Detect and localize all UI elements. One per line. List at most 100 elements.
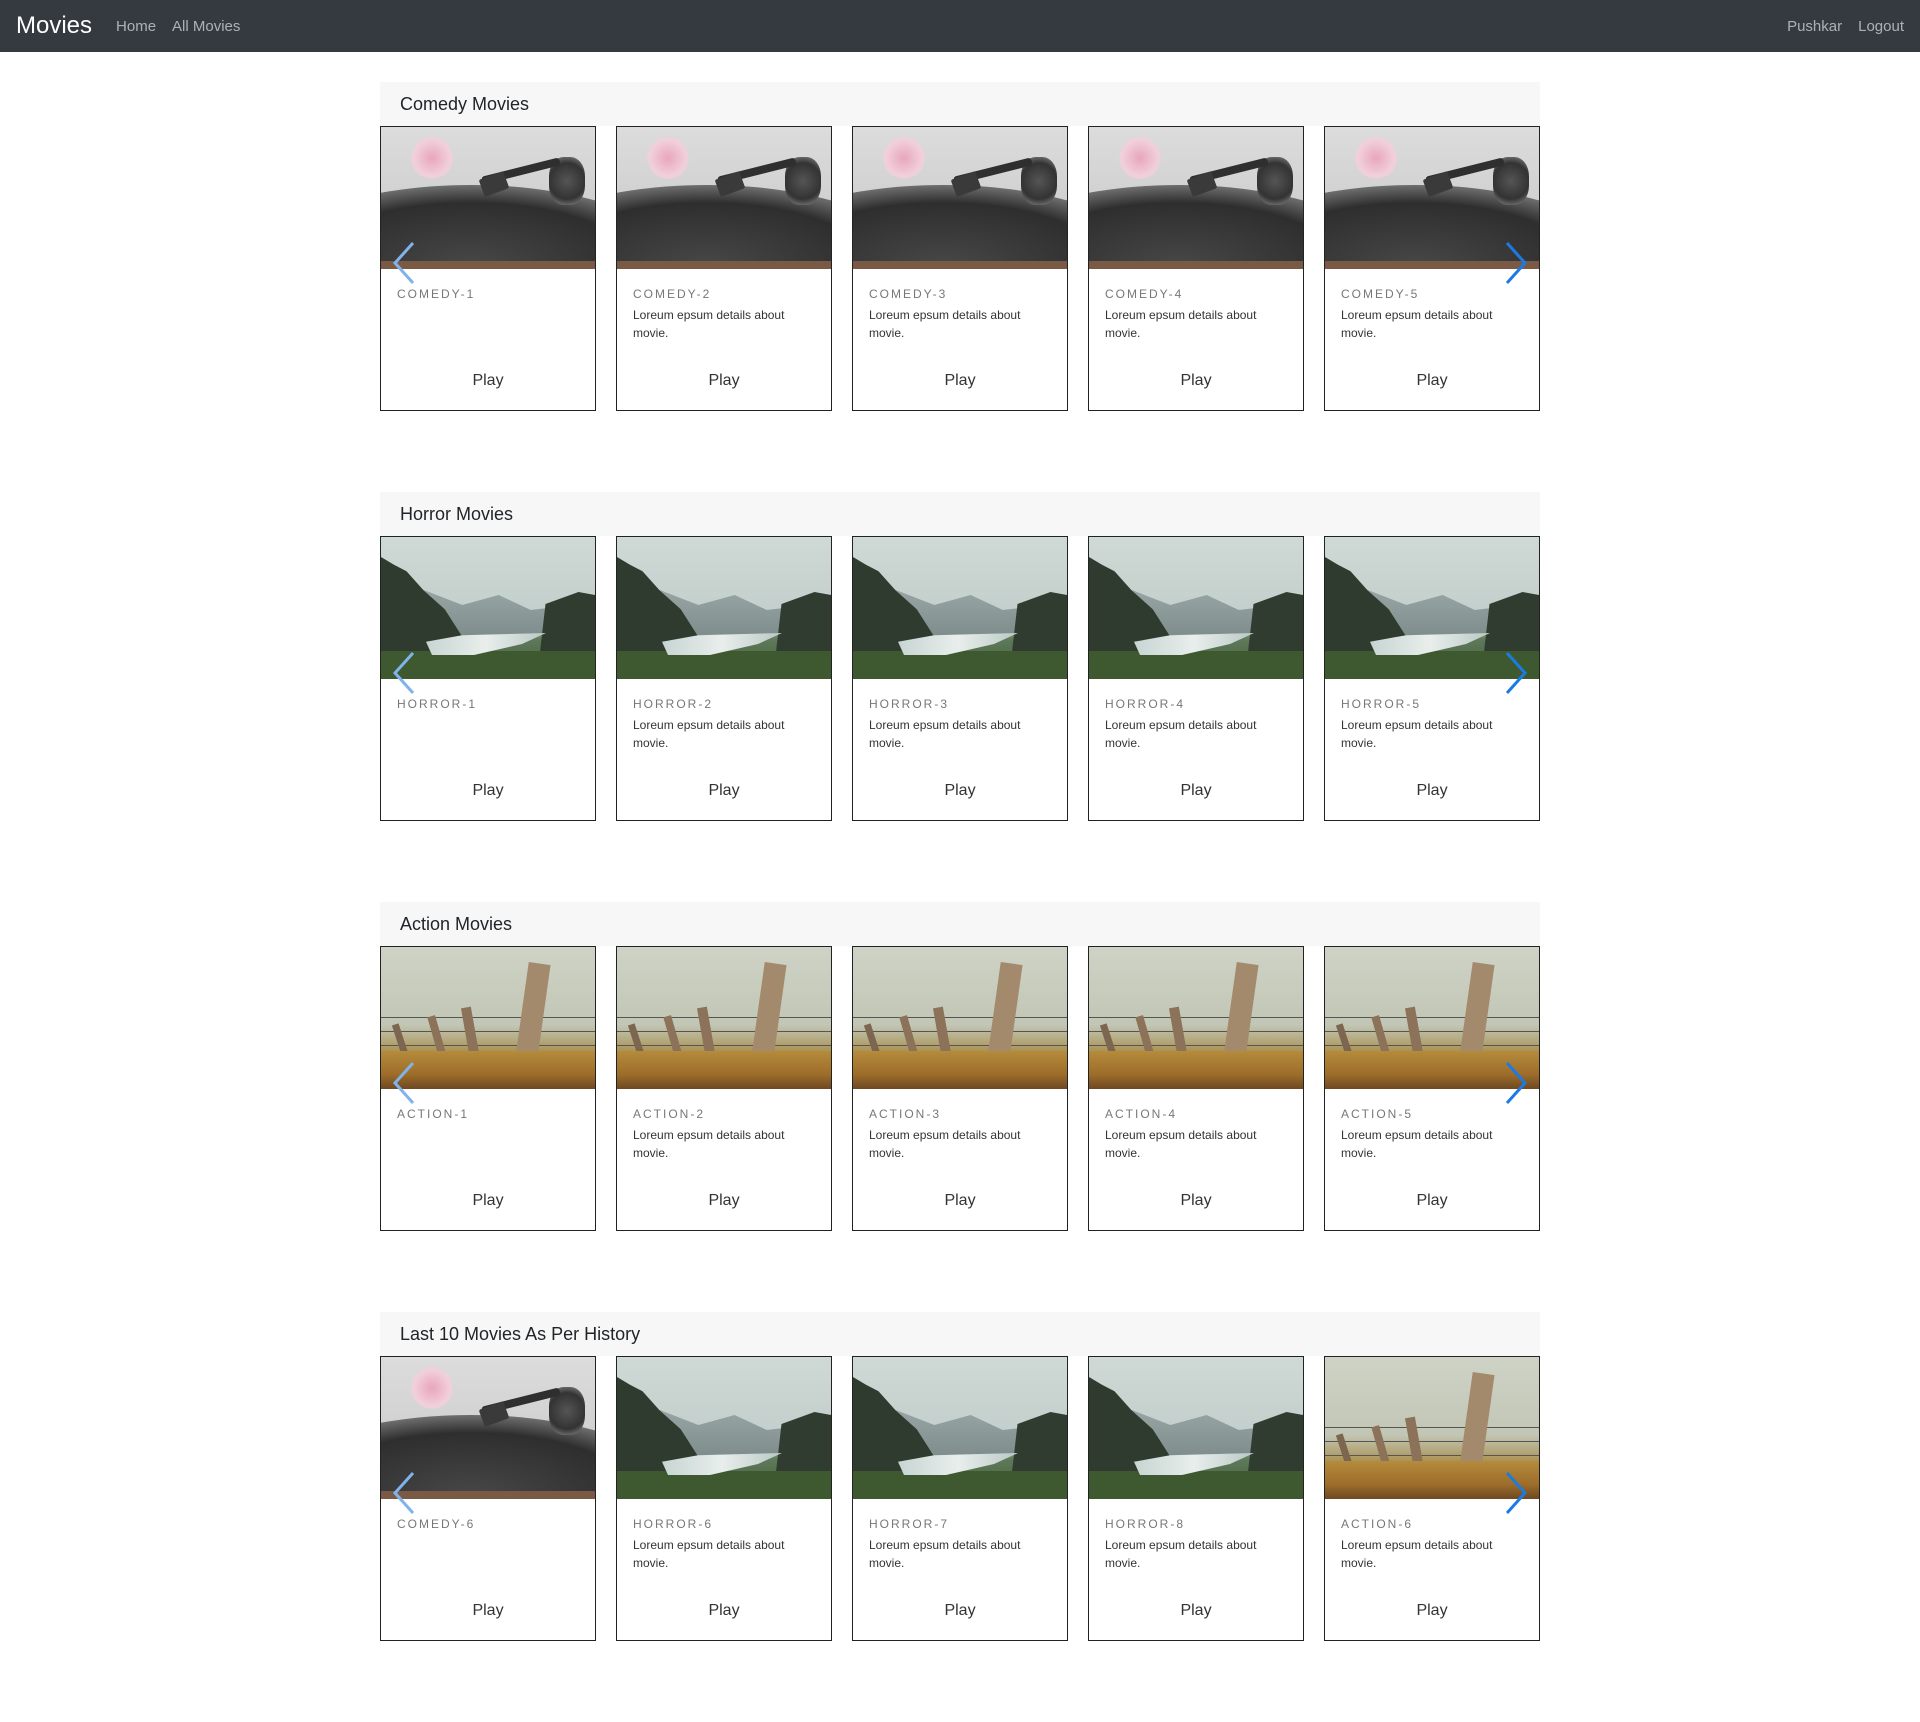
movie-description: Loreum epsum details about movie. [869,718,1021,750]
movie-card[interactable]: ACTION-3 Loreum epsum details about movie… [852,946,1068,1231]
movie-card[interactable]: ACTION-1 Play [380,946,596,1231]
play-button[interactable]: Play [853,1192,1067,1210]
movie-description: Loreum epsum details about movie. [1341,718,1493,750]
image-detail [853,1031,1067,1032]
movie-thumbnail [853,537,1067,679]
movie-card[interactable]: COMEDY-2 Loreum epsum details about movie… [616,126,832,411]
play-button[interactable]: Play [853,782,1067,800]
play-button[interactable]: Play [381,1192,595,1210]
movie-title: COMEDY-2 [633,287,712,301]
image-detail [1325,1017,1539,1018]
play-button[interactable]: Play [1325,1192,1539,1210]
play-button[interactable]: Play [1089,372,1303,390]
movie-description: Loreum epsum details about movie. [1341,308,1493,340]
play-button[interactable]: Play [853,372,1067,390]
play-button[interactable]: Play [617,1192,831,1210]
movie-description: Loreum epsum details about movie. [1105,308,1257,340]
movie-title: HORROR-1 [397,697,478,711]
play-button[interactable]: Play [617,372,831,390]
section-title: Comedy Movies [380,82,1540,126]
movie-card[interactable]: HORROR-4 Loreum epsum details about movie… [1088,536,1304,821]
movie-card[interactable]: HORROR-6 Loreum epsum details about movie… [616,1356,832,1641]
movie-description: Loreum epsum details about movie. [869,1538,1021,1570]
movie-card[interactable]: HORROR-8 Loreum epsum details about movie… [1088,1356,1304,1641]
movie-description: Loreum epsum details about movie. [1105,1128,1257,1160]
movie-description: Loreum epsum details about movie. [1105,1538,1257,1570]
chevron-right-icon[interactable] [1499,239,1531,287]
image-detail [1325,1455,1539,1456]
chevron-right-icon[interactable] [1499,1059,1531,1107]
brand-logo[interactable]: Movies [16,12,92,40]
movie-card[interactable]: COMEDY-5 Loreum epsum details about movie… [1324,126,1540,411]
movie-section: Last 10 Movies As Per History COMEDY-6 Pla… [380,1312,1540,1722]
image-detail [381,1017,595,1018]
movie-card[interactable]: HORROR-1 Play [380,536,596,821]
movie-card[interactable]: ACTION-5 Loreum epsum details about movie… [1324,946,1540,1231]
image-detail [1089,1045,1303,1046]
movie-description: Loreum epsum details about movie. [633,1128,785,1160]
movie-card[interactable]: COMEDY-1 Play [380,126,596,411]
movie-card[interactable]: COMEDY-3 Loreum epsum details about movie… [852,126,1068,411]
play-button[interactable]: Play [1089,1192,1303,1210]
play-button[interactable]: Play [381,372,595,390]
movie-section: Horror Movies HORROR-1 Play HORROR-2 Loreum … [380,492,1540,902]
nav-user-name[interactable]: Pushkar [1787,18,1842,35]
movie-section: Action Movies ACTION-1 Play ACTION-2 Loreum … [380,902,1540,1312]
chevron-left-icon[interactable] [389,1469,421,1517]
image-detail [1248,592,1303,652]
movie-description: Loreum epsum details about movie. [869,308,1021,340]
chevron-right-icon[interactable] [1499,1469,1531,1517]
movie-section: Comedy Movies COMEDY-1 Play COMEDY-2 Loreum … [380,82,1540,492]
movie-card[interactable]: COMEDY-4 Loreum epsum details about movie… [1088,126,1304,411]
image-detail [1325,1031,1539,1032]
nav-link-all-movies[interactable]: All Movies [172,18,240,35]
play-button[interactable]: Play [381,782,595,800]
logout-link[interactable]: Logout [1858,18,1904,35]
play-button[interactable]: Play [853,1602,1067,1620]
movie-card[interactable]: ACTION-6 Loreum epsum details about movie… [1324,1356,1540,1641]
card-body: HORROR-8 Loreum epsum details about movie… [1089,1499,1303,1572]
play-button[interactable]: Play [1325,782,1539,800]
image-detail [617,1017,831,1018]
movie-card[interactable]: HORROR-2 Loreum epsum details about movie… [616,536,832,821]
movie-title: ACTION-1 [397,1107,470,1121]
card-body: HORROR-4 Loreum epsum details about movie… [1089,679,1303,752]
play-button[interactable]: Play [381,1602,595,1620]
image-detail [1248,1412,1303,1472]
chevron-left-icon[interactable] [389,239,421,287]
play-button[interactable]: Play [1325,1602,1539,1620]
chevron-right-icon[interactable] [1499,649,1531,697]
movie-card[interactable]: HORROR-7 Loreum epsum details about movie… [852,1356,1068,1641]
image-detail [381,1031,595,1032]
movie-thumbnail [853,1357,1067,1499]
image-detail [853,1017,1067,1018]
chevron-left-icon[interactable] [389,1059,421,1107]
chevron-left-icon[interactable] [389,649,421,697]
movie-thumbnail [853,127,1067,269]
movie-card[interactable]: ACTION-2 Loreum epsum details about movie… [616,946,832,1231]
movie-card[interactable]: HORROR-3 Loreum epsum details about movie… [852,536,1068,821]
movie-card[interactable]: ACTION-4 Loreum epsum details about movie… [1088,946,1304,1231]
image-detail [776,1412,831,1472]
play-button[interactable]: Play [1089,782,1303,800]
card-body: HORROR-3 Loreum epsum details about movie… [853,679,1067,752]
play-button[interactable]: Play [617,1602,831,1620]
play-button[interactable]: Play [617,782,831,800]
play-button[interactable]: Play [1089,1602,1303,1620]
play-button[interactable]: Play [1325,372,1539,390]
image-detail [1355,137,1397,179]
image-detail [617,1031,831,1032]
image-detail [617,1045,831,1046]
movie-title: ACTION-2 [633,1107,706,1121]
movie-card[interactable]: COMEDY-6 Play [380,1356,596,1641]
movie-card[interactable]: HORROR-5 Loreum epsum details about movie… [1324,536,1540,821]
image-detail [776,592,831,652]
movie-title: ACTION-5 [1341,1107,1414,1121]
image-detail [381,1045,595,1046]
movie-thumbnail [617,127,831,269]
nav-link-home[interactable]: Home [116,18,156,35]
card-carousel: HORROR-1 Play HORROR-2 Loreum epsum details… [380,536,1540,821]
image-detail [853,1051,1067,1089]
card-body: COMEDY-4 Loreum epsum details about movie… [1089,269,1303,342]
image-detail [1089,261,1303,269]
